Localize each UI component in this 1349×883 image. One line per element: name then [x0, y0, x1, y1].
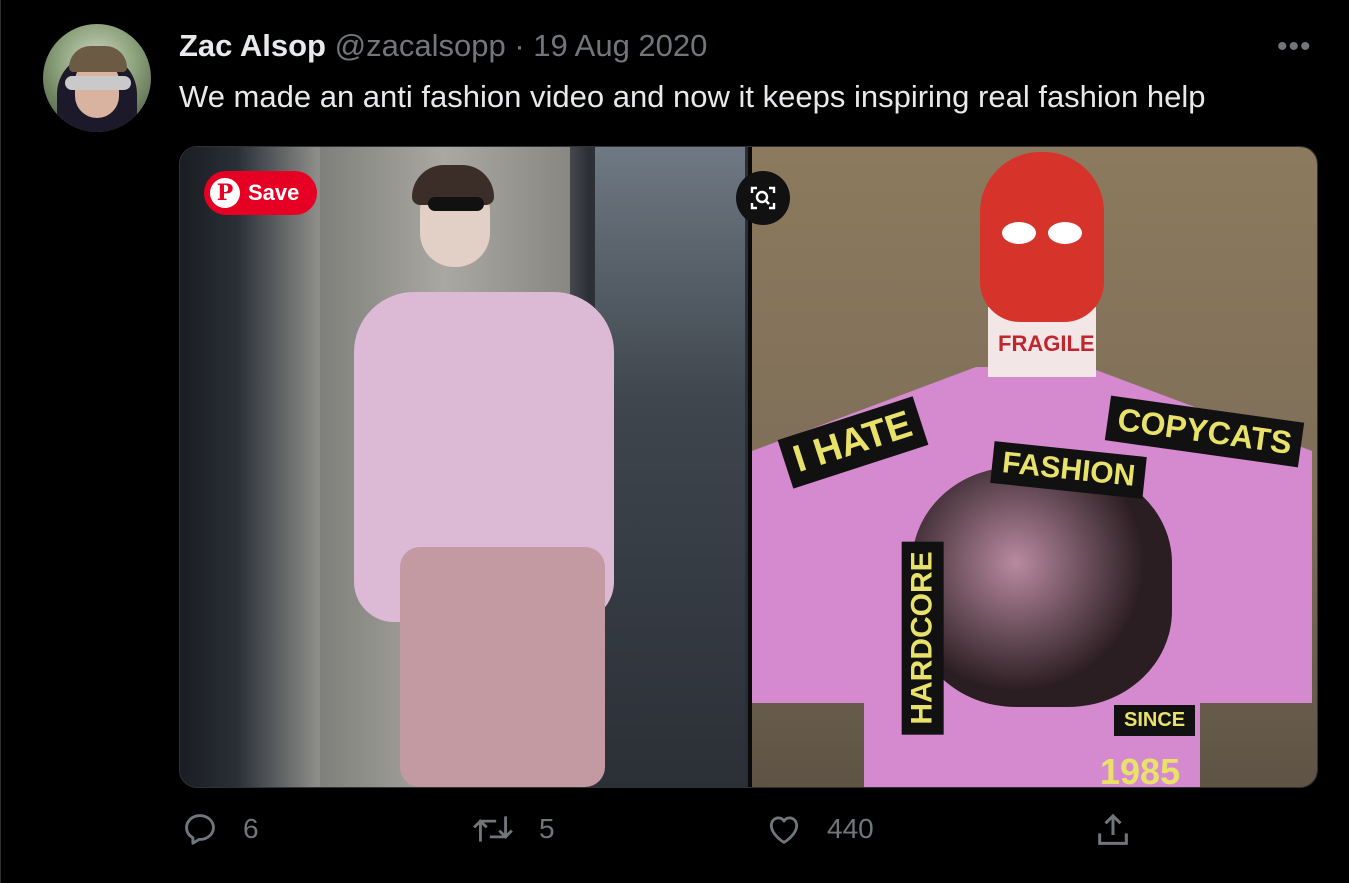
shirt-text-year: 1985 [1100, 751, 1181, 787]
author-name[interactable]: Zac Alsop [179, 28, 326, 63]
photo-sunglasses [428, 197, 484, 211]
photo-window [595, 147, 745, 787]
retweet-button[interactable]: 5 [471, 810, 555, 848]
photo-pants [400, 547, 605, 787]
tweet-date[interactable]: 19 Aug 2020 [533, 28, 707, 63]
avatar-glasses [65, 76, 131, 90]
like-button[interactable]: 440 [765, 810, 874, 848]
retweet-count: 5 [539, 813, 555, 844]
like-count: 440 [827, 813, 874, 844]
author-handle[interactable]: @zacalsopp [335, 28, 506, 63]
tweet[interactable]: Zac Alsop @zacalsopp · 19 Aug 2020 ••• W… [0, 0, 1349, 883]
shirt-text-fragile: FRAGILE [998, 331, 1095, 356]
shirt-text-since: SINCE [1114, 705, 1196, 736]
share-icon [1098, 813, 1128, 845]
reply-button[interactable]: 6 [181, 810, 259, 848]
reply-icon [185, 814, 215, 845]
photo-pink-outfit[interactable] [180, 147, 748, 787]
photo-runway-shirt[interactable]: FRAGILE I HATE COPYCATS FASHION HARDCORE… [752, 147, 1317, 787]
reply-count: 6 [243, 813, 259, 844]
pinterest-save-button[interactable]: P Save [204, 171, 318, 215]
photo-red-mask [980, 152, 1104, 322]
avatar-hair [69, 46, 127, 72]
photo-mask-eye-right [1048, 222, 1082, 244]
avatar[interactable] [43, 24, 151, 132]
shirt-text-hardcore: HARDCORE [901, 541, 944, 735]
tweet-header: Zac Alsop @zacalsopp · 19 Aug 2020 [179, 28, 707, 64]
photo-shirt-print [912, 467, 1172, 707]
header-separator: · [514, 28, 525, 63]
visual-search-icon[interactable] [736, 171, 790, 225]
photo-mask-eye-left [1002, 222, 1036, 244]
pinterest-save-label: Save [248, 180, 300, 205]
retweet-icon [473, 816, 513, 842]
pinterest-logo-icon: P [210, 178, 240, 208]
tweet-text: We made an anti fashion video and now it… [179, 79, 1206, 114]
tweet-actions: 6 5 440 [1, 810, 1349, 866]
heart-icon [769, 816, 799, 844]
tweet-media[interactable]: FRAGILE I HATE COPYCATS FASHION HARDCORE… [179, 146, 1318, 788]
lens-glyph [750, 186, 776, 210]
more-icon[interactable]: ••• [1277, 30, 1312, 64]
share-button[interactable] [1093, 810, 1133, 850]
